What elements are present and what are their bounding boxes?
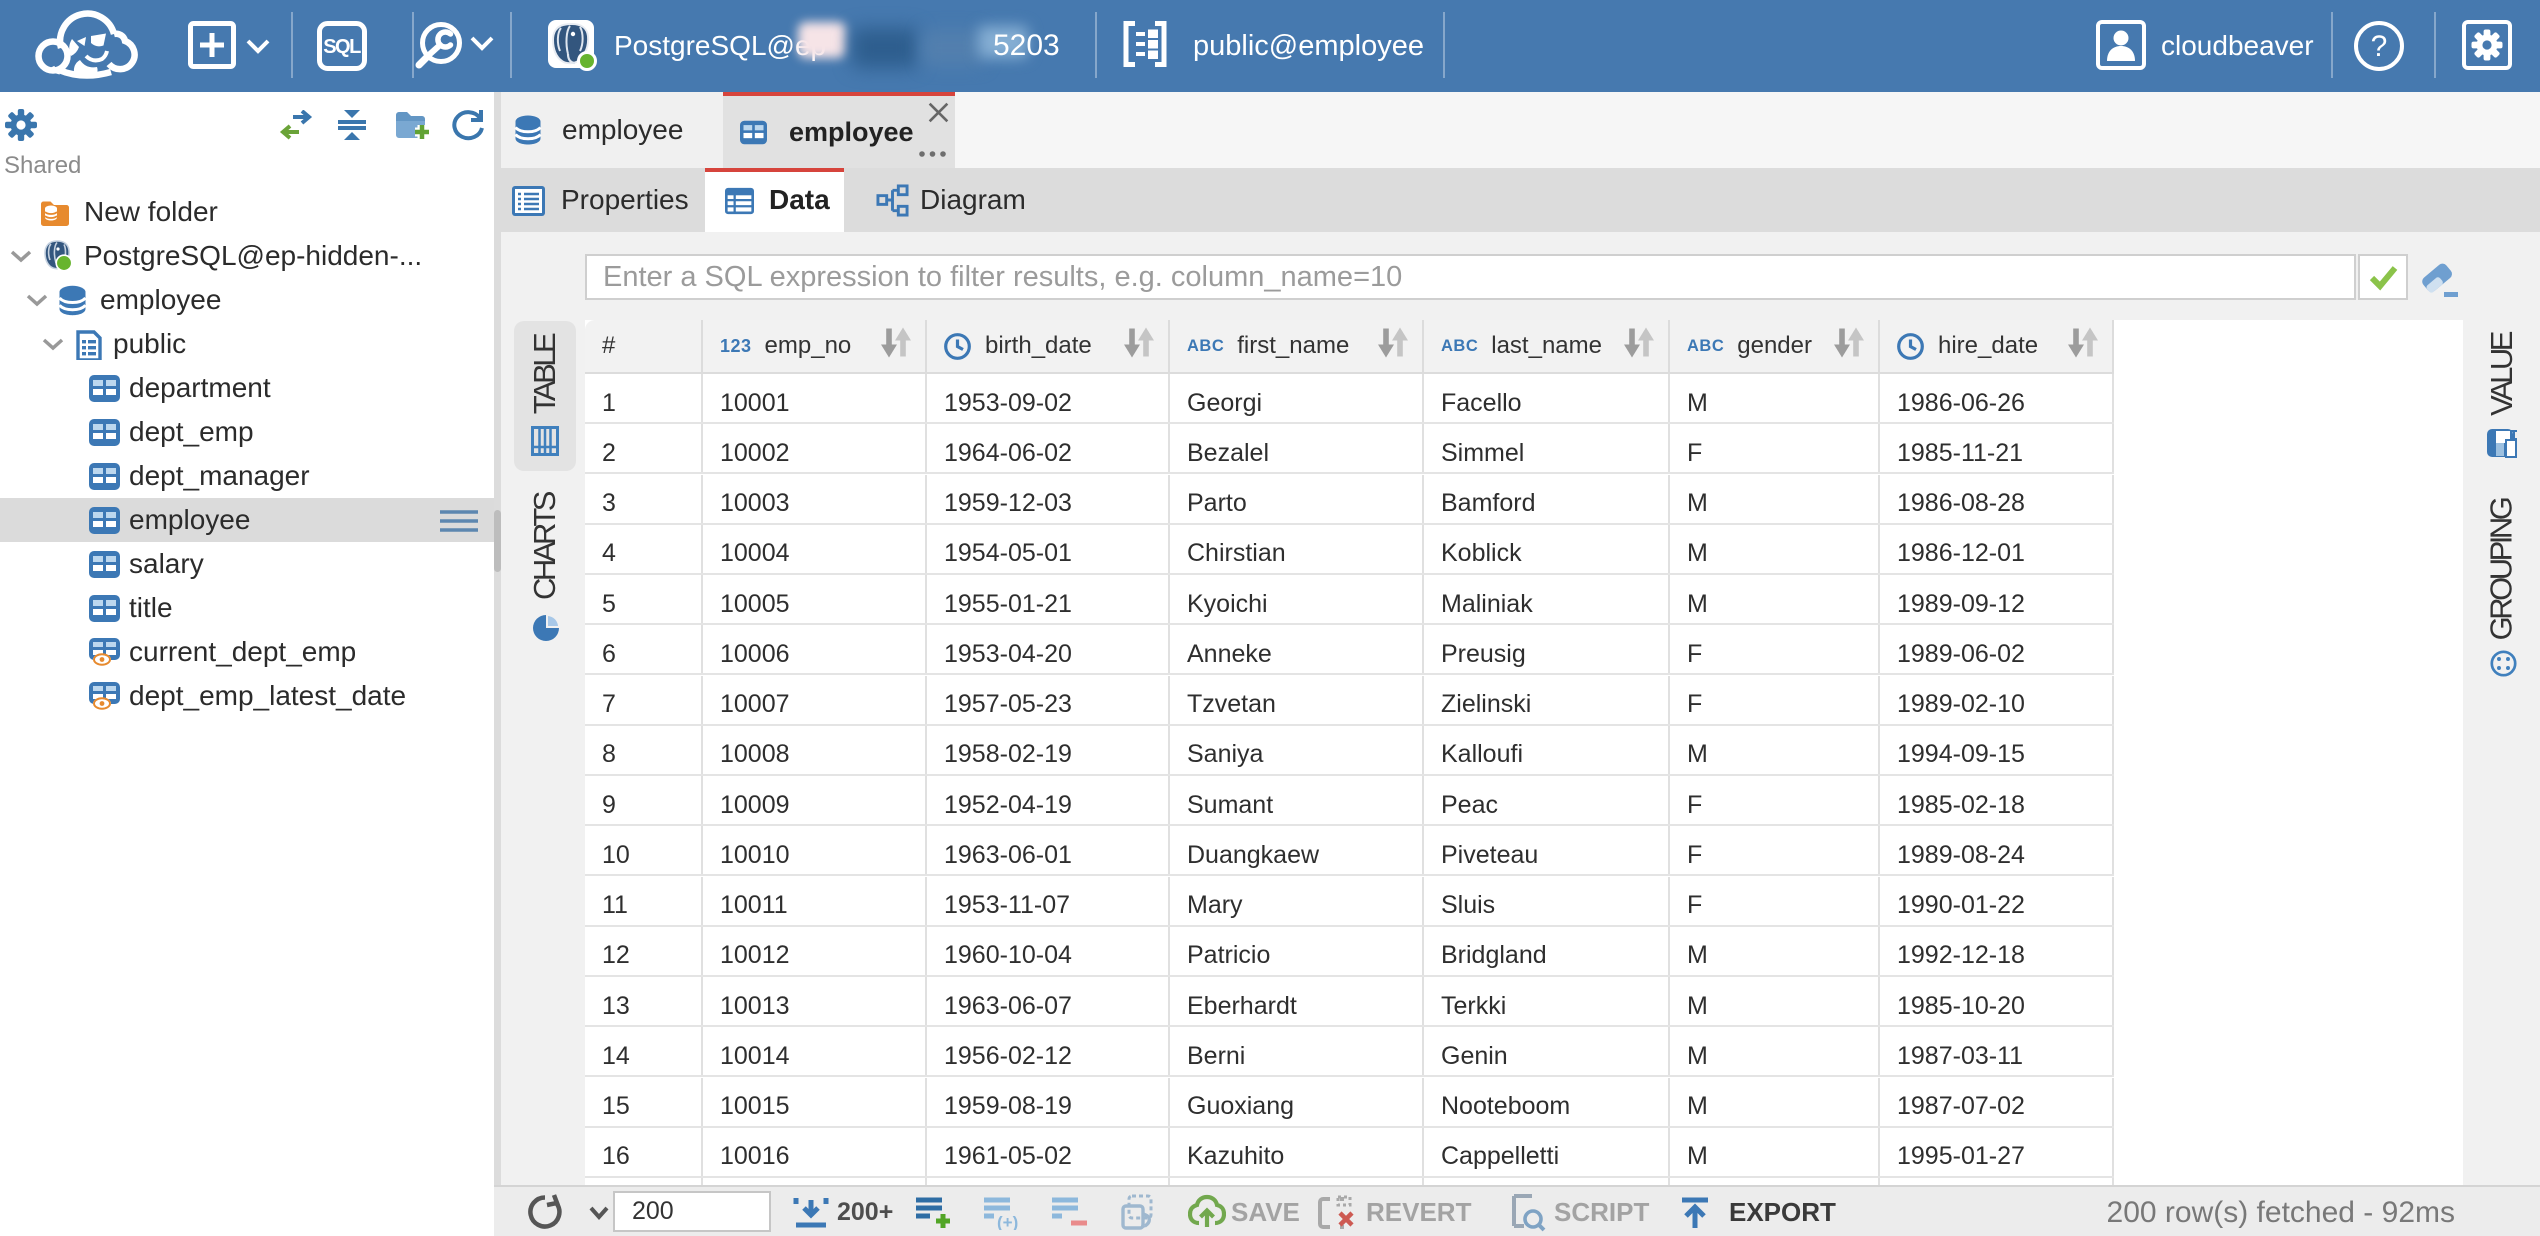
svg-text:(+): (+) <box>997 1213 1018 1230</box>
svg-text:SQL: SQL <box>323 36 361 58</box>
svg-text:?: ? <box>2371 30 2388 63</box>
